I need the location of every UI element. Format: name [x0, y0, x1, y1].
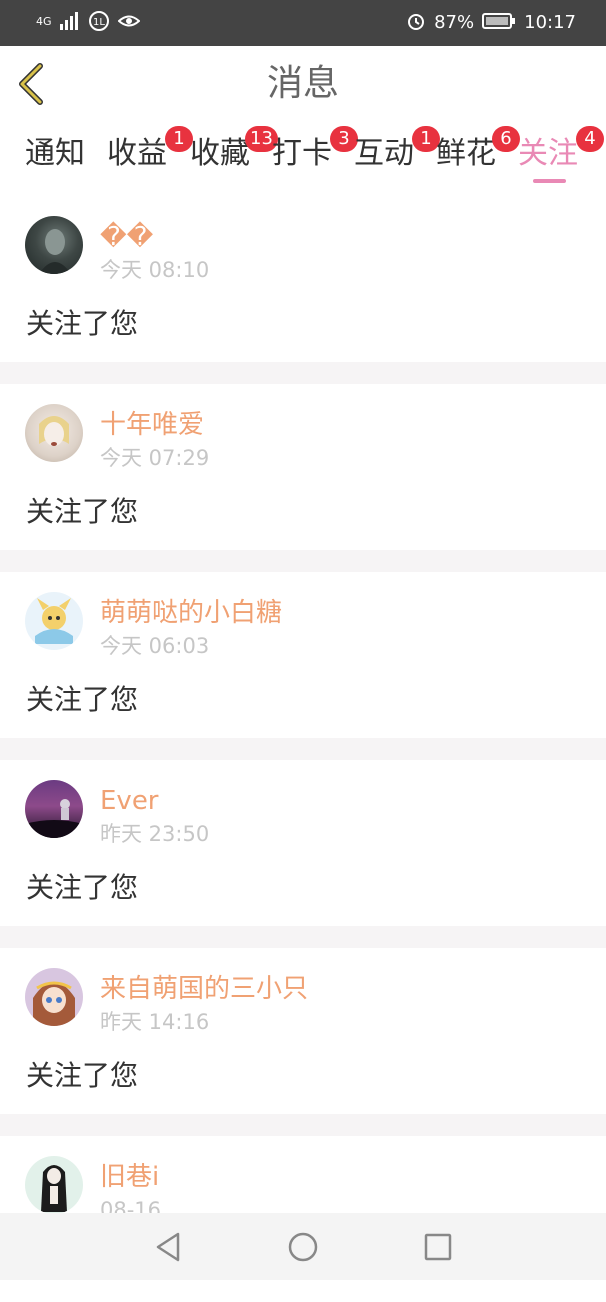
circle-home-icon [288, 1232, 318, 1262]
list-item[interactable]: 萌萌哒的小白糖 今天 06:03 关注了您 [0, 572, 606, 738]
tab-label: 打卡 [272, 136, 332, 171]
list-item[interactable]: Ever 昨天 23:50 关注了您 [0, 760, 606, 926]
tab-label: 收藏 [190, 136, 250, 171]
divider [0, 550, 606, 572]
page-title: 消息 [266, 63, 339, 104]
alarm-icon [406, 11, 426, 36]
network-icon: 4G [36, 14, 52, 28]
tab-label: 互动 [354, 136, 414, 171]
tab-earnings[interactable]: 收益 1 [107, 126, 193, 174]
avatar[interactable] [25, 216, 83, 274]
battery-percent: 87% [434, 12, 475, 33]
notification-list: �� 今天 08:10 关注了您 十年唯爱 今天 07:29 关注了您 萌萌哒的… [0, 196, 606, 1302]
avatar[interactable] [25, 780, 83, 838]
tab-favorites[interactable]: 收藏 13 [190, 126, 278, 174]
eye-icon [117, 12, 141, 34]
notification-text: 关注了您 [26, 871, 139, 904]
svg-text:1L: 1L [93, 17, 105, 28]
user-name[interactable]: Ever [100, 784, 159, 818]
divider [0, 738, 606, 760]
avatar[interactable] [25, 592, 83, 650]
tab-bar: 通知 收益 1 收藏 13 打卡 3 互动 1 鲜花 6 关注 4 [0, 122, 606, 196]
nav-recent-button[interactable] [420, 1229, 456, 1265]
status-left: 4G 1L [36, 10, 141, 36]
timestamp: 今天 08:10 [100, 258, 210, 282]
square-recent-icon [424, 1233, 452, 1261]
active-tab-indicator [533, 179, 566, 183]
timestamp: 昨天 14:16 [100, 1010, 210, 1034]
tab-notice[interactable]: 通知 [25, 134, 85, 174]
tab-checkin[interactable]: 打卡 3 [272, 126, 358, 174]
notification-text: 关注了您 [26, 683, 139, 716]
list-item[interactable]: 十年唯爱 今天 07:29 关注了您 [0, 384, 606, 550]
tab-flowers[interactable]: 鲜花 6 [436, 126, 520, 174]
data-saver-icon: 1L [88, 10, 110, 36]
list-item[interactable]: �� 今天 08:10 关注了您 [0, 196, 606, 362]
user-name[interactable]: �� [100, 220, 153, 254]
avatar[interactable] [25, 404, 83, 462]
tab-label: 关注 [518, 136, 578, 171]
user-name[interactable]: 萌萌哒的小白糖 [100, 596, 282, 630]
notification-text: 关注了您 [26, 1059, 139, 1092]
tab-label: 通知 [25, 136, 85, 171]
divider [0, 362, 606, 384]
unread-badge: 1 [165, 126, 193, 152]
battery-icon [482, 12, 516, 35]
tab-label: 鲜花 [436, 136, 496, 171]
notification-text: 关注了您 [26, 495, 139, 528]
tab-interaction[interactable]: 互动 1 [354, 126, 440, 174]
tab-label: 收益 [107, 136, 167, 171]
user-name[interactable]: 来自萌国的三小只 [100, 972, 308, 1006]
clock: 10:17 [524, 12, 576, 33]
avatar[interactable] [25, 968, 83, 1026]
divider [0, 926, 606, 948]
timestamp: 昨天 23:50 [100, 822, 210, 846]
notification-text: 关注了您 [26, 307, 139, 340]
timestamp: 今天 07:29 [100, 446, 210, 470]
avatar[interactable] [25, 1156, 83, 1214]
status-bar: 4G 1L 87% 10:17 [0, 0, 606, 46]
divider [0, 1114, 606, 1136]
nav-back-button[interactable] [150, 1229, 186, 1265]
nav-home-button[interactable] [285, 1229, 321, 1265]
triangle-back-icon [156, 1232, 180, 1262]
system-nav-bar [0, 1213, 606, 1280]
signal-icon [59, 12, 80, 34]
tab-follow[interactable]: 关注 4 [518, 126, 604, 174]
header: 消息 [0, 46, 606, 123]
unread-badge: 6 [492, 126, 520, 152]
user-name[interactable]: 十年唯爱 [100, 408, 204, 442]
unread-badge: 4 [576, 126, 604, 152]
status-right: 87% 10:17 [406, 10, 576, 36]
list-item[interactable]: 来自萌国的三小只 昨天 14:16 关注了您 [0, 948, 606, 1114]
timestamp: 今天 06:03 [100, 634, 210, 658]
user-name[interactable]: 旧巷i [100, 1160, 159, 1194]
